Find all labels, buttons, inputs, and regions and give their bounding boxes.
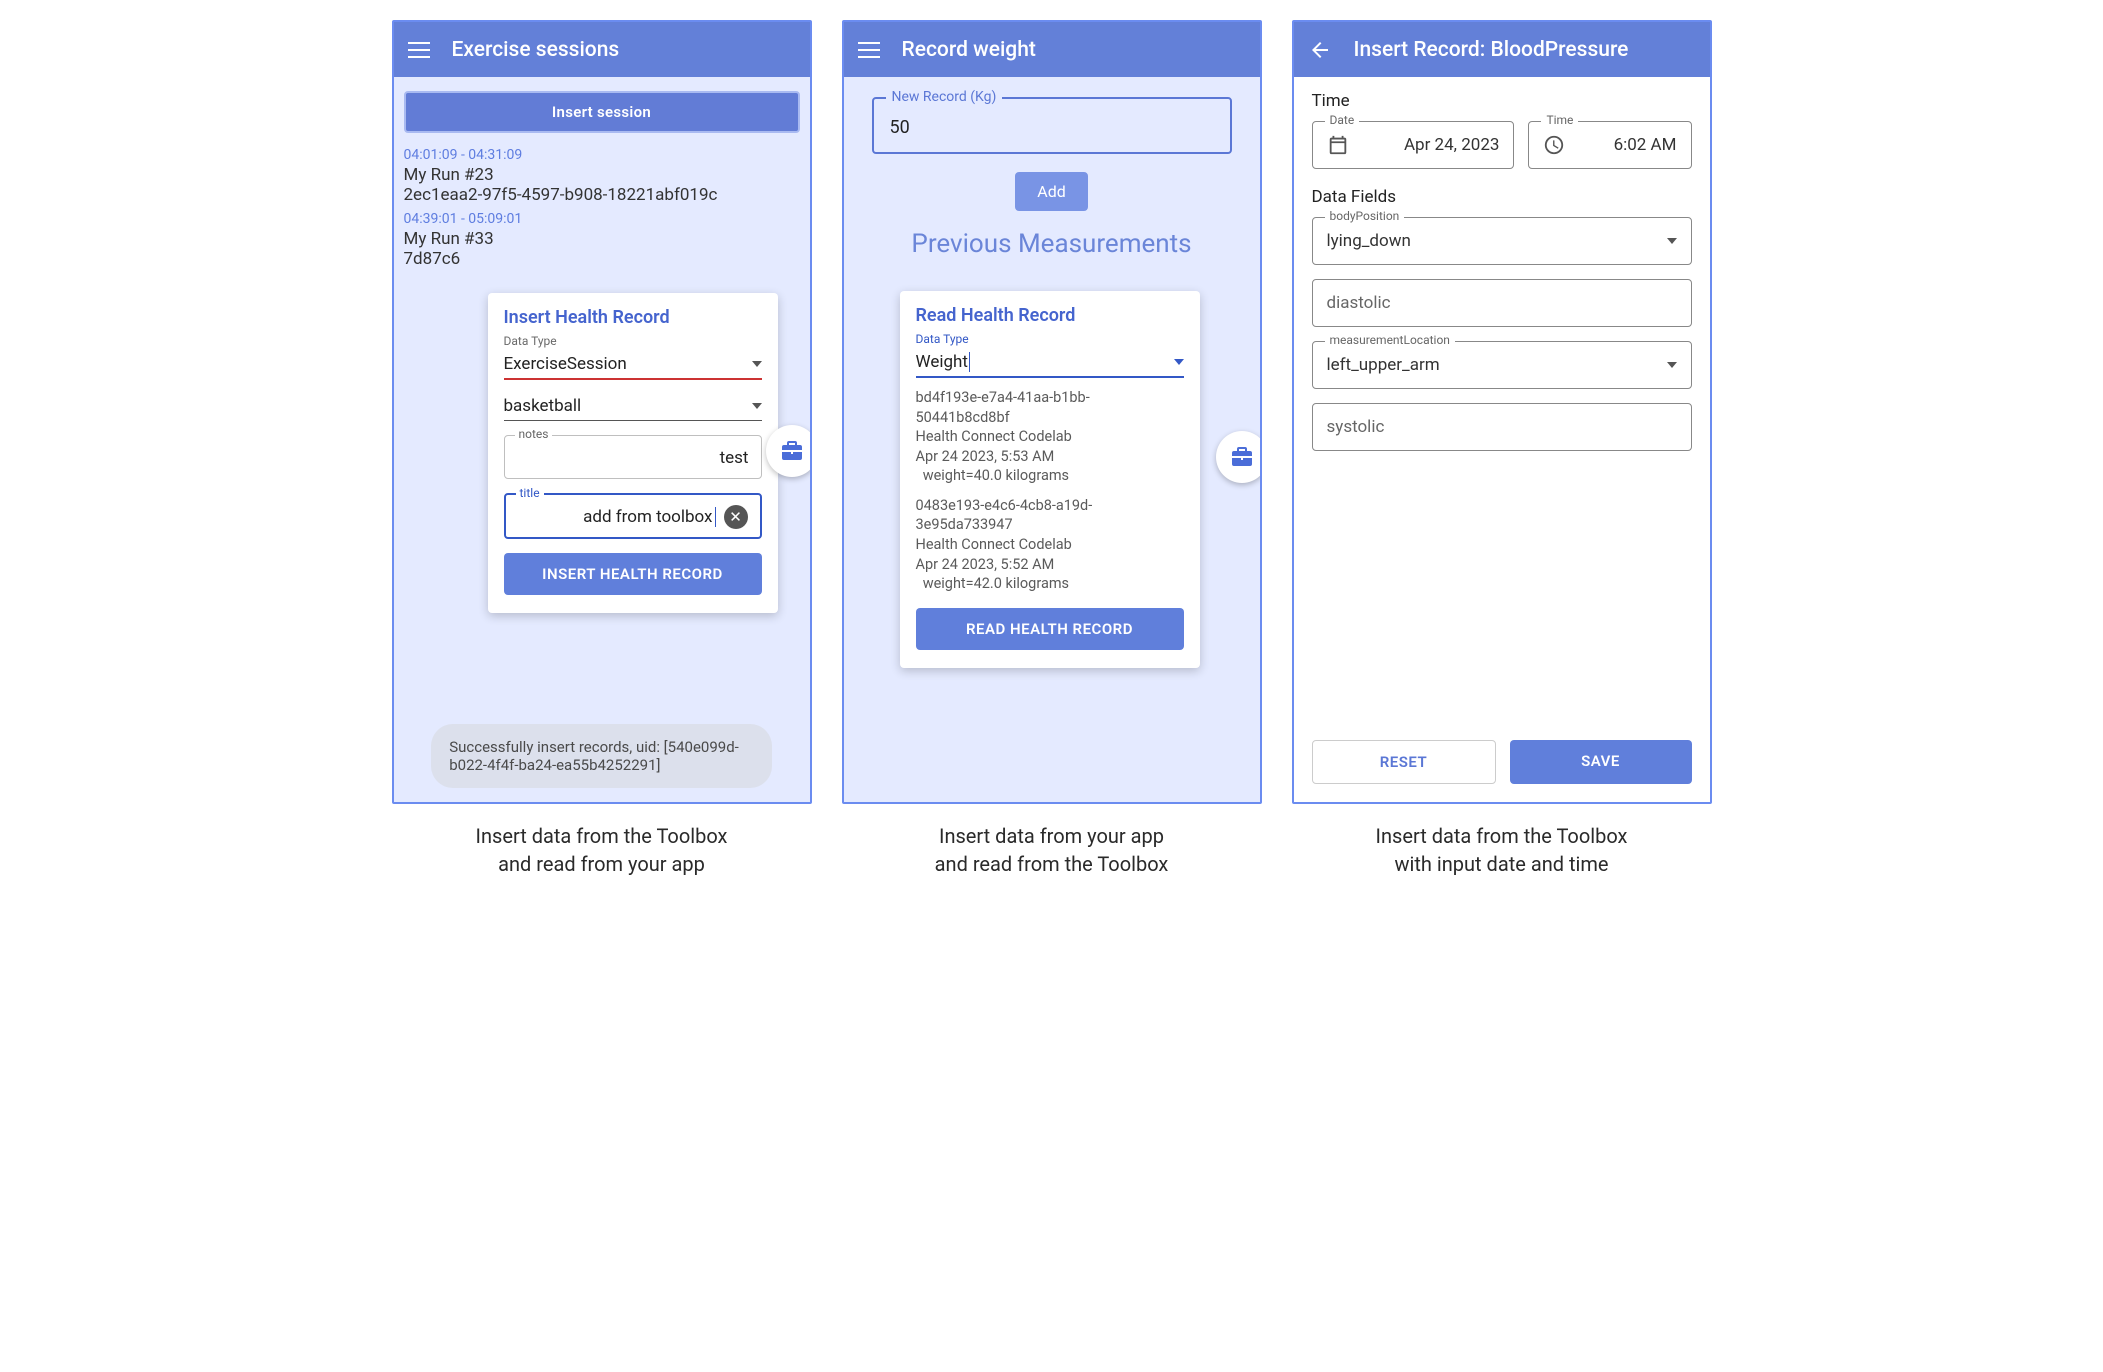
menu-icon[interactable] [858, 42, 880, 58]
data-type-label: Data Type [916, 332, 1184, 346]
new-record-field[interactable]: New Record (Kg) 50 [872, 97, 1232, 154]
clear-icon[interactable]: ✕ [724, 505, 748, 529]
clock-icon [1543, 134, 1565, 156]
time-picker[interactable]: Time 6:02 AM [1528, 121, 1691, 169]
toolbox-icon [1230, 445, 1254, 469]
add-button[interactable]: Add [1015, 172, 1087, 211]
record-block: bd4f193e-e7a4-41aa-b1bb-50441b8cd8bf Hea… [916, 388, 1184, 486]
phone-exercise-sessions: Exercise sessions Insert session 04:01:0… [392, 20, 812, 804]
appbar-title: Insert Record: BloodPressure [1354, 38, 1629, 62]
reset-button[interactable]: RESET [1312, 740, 1496, 784]
phone-insert-record-bloodpressure: Insert Record: BloodPressure Time Date A… [1292, 20, 1712, 804]
diastolic-field[interactable]: diastolic [1312, 279, 1692, 327]
card-title: Insert Health Record [504, 307, 762, 328]
session-time: 04:39:01 - 05:09:01 [404, 211, 800, 227]
session-id: 2ec1eaa2-97f5-4597-b908-18221abf019c [404, 185, 800, 205]
exercise-type-select[interactable]: basketball [504, 390, 762, 421]
read-health-record-button[interactable]: READ HEALTH RECORD [916, 608, 1184, 650]
dropdown-icon [1667, 238, 1677, 244]
insert-session-button[interactable]: Insert session [404, 91, 800, 133]
appbar: Insert Record: BloodPressure [1294, 22, 1710, 77]
card-title: Read Health Record [916, 305, 1184, 326]
caption: Insert data from the Toolbox and read fr… [476, 822, 728, 878]
session-title: My Run #23 [404, 165, 800, 185]
save-button[interactable]: SAVE [1510, 740, 1692, 784]
data-type-select[interactable]: Weight [916, 346, 1184, 378]
session-item[interactable]: 04:01:09 - 04:31:09 My Run #23 2ec1eaa2-… [404, 147, 800, 205]
insert-health-record-card: Insert Health Record Data Type ExerciseS… [488, 293, 778, 613]
previous-measurements-header: Previous Measurements [911, 229, 1191, 259]
session-id: 7d87c6 [404, 249, 800, 269]
date-picker[interactable]: Date Apr 24, 2023 [1312, 121, 1515, 169]
appbar-title: Exercise sessions [452, 38, 620, 62]
data-fields-section-title: Data Fields [1312, 187, 1692, 207]
appbar: Exercise sessions [394, 22, 810, 77]
dropdown-icon [752, 361, 762, 367]
session-time: 04:01:09 - 04:31:09 [404, 147, 800, 163]
systolic-field[interactable]: systolic [1312, 403, 1692, 451]
appbar: Record weight [844, 22, 1260, 77]
title-field[interactable]: title add from toolbox ✕ [504, 493, 762, 539]
dropdown-icon [1174, 359, 1184, 365]
dropdown-icon [1667, 362, 1677, 368]
data-type-select[interactable]: ExerciseSession [504, 348, 762, 380]
insert-health-record-button[interactable]: INSERT HEALTH RECORD [504, 553, 762, 595]
phone-record-weight: Record weight New Record (Kg) 50 Add Pre… [842, 20, 1262, 804]
data-type-label: Data Type [504, 334, 762, 348]
back-icon[interactable] [1308, 38, 1332, 62]
time-section-title: Time [1312, 91, 1692, 111]
appbar-title: Record weight [902, 38, 1036, 62]
caption: Insert data from the Toolbox with input … [1376, 822, 1628, 878]
measurement-location-select[interactable]: measurementLocation left_upper_arm [1312, 341, 1692, 389]
session-item[interactable]: 04:39:01 - 05:09:01 My Run #33 7d87c6 [404, 211, 800, 269]
toolbox-fab[interactable] [1216, 431, 1262, 483]
caption: Insert data from your app and read from … [935, 822, 1169, 878]
toast-message: Successfully insert records, uid: [540e0… [431, 724, 772, 788]
calendar-icon [1327, 134, 1349, 156]
dropdown-icon [752, 403, 762, 409]
session-title: My Run #33 [404, 229, 800, 249]
notes-field[interactable]: notes test [504, 435, 762, 479]
body-position-select[interactable]: bodyPosition lying_down [1312, 217, 1692, 265]
read-health-record-card: Read Health Record Data Type Weight bd4f… [900, 291, 1200, 668]
menu-icon[interactable] [408, 42, 430, 58]
record-block: 0483e193-e4c6-4cb8-a19d-3e95da733947 Hea… [916, 496, 1184, 594]
toolbox-icon [780, 439, 804, 463]
